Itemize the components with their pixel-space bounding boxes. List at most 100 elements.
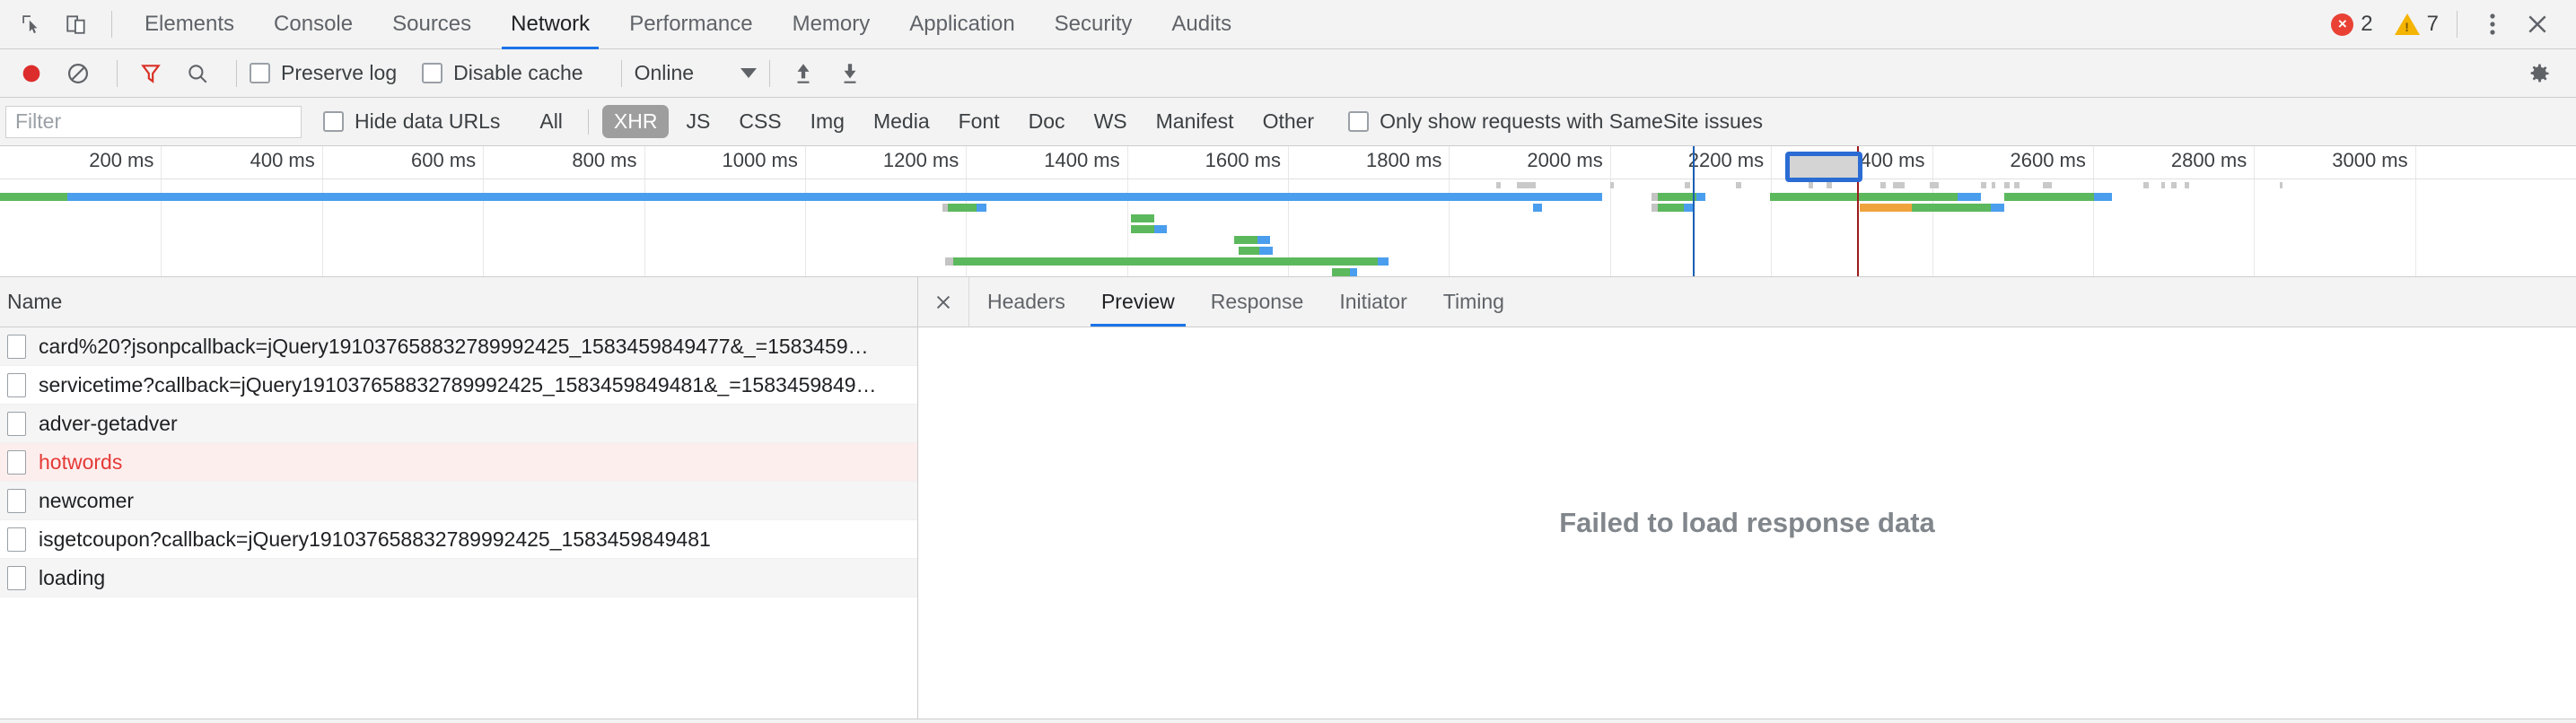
close-devtools-icon[interactable] bbox=[2517, 4, 2558, 45]
throttling-select[interactable]: Online bbox=[635, 61, 758, 85]
table-row[interactable]: loading bbox=[0, 559, 917, 597]
tab-memory[interactable]: Memory bbox=[773, 0, 890, 49]
tab-audits[interactable]: Audits bbox=[1152, 0, 1251, 49]
filter-type-manifest[interactable]: Manifest bbox=[1144, 105, 1246, 138]
filter-type-label: Font bbox=[958, 109, 1000, 133]
tab-console[interactable]: Console bbox=[254, 0, 372, 49]
overview-bar-segment bbox=[1257, 236, 1270, 244]
settings-gear-icon[interactable] bbox=[2519, 53, 2560, 94]
device-toolbar-icon[interactable] bbox=[56, 4, 97, 45]
filter-type-label: All bbox=[539, 109, 563, 133]
filter-type-media[interactable]: Media bbox=[862, 105, 942, 138]
overview-bar-segment bbox=[1651, 204, 1658, 212]
overview-event-tick bbox=[2014, 182, 2020, 188]
filter-toggle-icon[interactable] bbox=[130, 53, 171, 94]
document-icon bbox=[7, 527, 26, 552]
table-row[interactable]: newcomer bbox=[0, 482, 917, 520]
inspect-element-icon[interactable] bbox=[11, 4, 52, 45]
column-header-name: Name bbox=[7, 290, 63, 313]
samesite-issues-label: Only show requests with SameSite issues bbox=[1380, 109, 1764, 133]
hide-data-urls-checkbox[interactable]: Hide data URLs bbox=[323, 109, 507, 134]
dom-content-loaded-line bbox=[1692, 146, 1695, 276]
overview-bar-segment bbox=[1651, 193, 1658, 201]
tab-label: Console bbox=[274, 12, 354, 36]
tab-label: Audits bbox=[1171, 12, 1232, 36]
clear-button[interactable] bbox=[57, 53, 99, 94]
tab-sources[interactable]: Sources bbox=[372, 0, 491, 49]
overview-bar-segment bbox=[952, 257, 1379, 266]
tab-elements[interactable]: Elements bbox=[125, 0, 254, 49]
record-button[interactable] bbox=[11, 53, 52, 94]
network-filter-bar: Filter Hide data URLs All XHR JS CSS Img… bbox=[0, 98, 2576, 146]
warning-icon: ! bbox=[2394, 13, 2420, 35]
export-har-icon[interactable] bbox=[829, 53, 871, 94]
document-icon bbox=[7, 334, 26, 359]
request-list-header[interactable]: Name bbox=[0, 277, 917, 327]
filter-type-img[interactable]: Img bbox=[799, 105, 856, 138]
filter-type-other[interactable]: Other bbox=[1251, 105, 1327, 138]
detail-tab-preview[interactable]: Preview bbox=[1083, 277, 1193, 327]
toolbar-divider bbox=[111, 11, 112, 38]
overview-bar-segment bbox=[1331, 268, 1350, 276]
filter-type-label: CSS bbox=[739, 109, 782, 133]
overview-event-tick bbox=[2184, 182, 2190, 188]
tab-label: Elements bbox=[145, 12, 235, 36]
filter-type-label: Doc bbox=[1028, 109, 1065, 133]
detail-tab-headers[interactable]: Headers bbox=[969, 277, 1083, 327]
table-row[interactable]: card%20?jsonpcallback=jQuery191037658832… bbox=[0, 327, 917, 366]
tab-application[interactable]: Application bbox=[889, 0, 1034, 49]
document-icon bbox=[7, 411, 26, 436]
overview-bar-segment bbox=[1991, 204, 2004, 212]
tab-security[interactable]: Security bbox=[1035, 0, 1152, 49]
search-icon[interactable] bbox=[177, 53, 218, 94]
tab-performance[interactable]: Performance bbox=[609, 0, 772, 49]
filter-type-css[interactable]: CSS bbox=[727, 105, 793, 138]
filter-type-doc[interactable]: Doc bbox=[1017, 105, 1077, 138]
overview-bar-segment bbox=[976, 204, 987, 212]
detail-tab-initiator[interactable]: Initiator bbox=[1321, 277, 1424, 327]
warning-count: 7 bbox=[2426, 12, 2439, 36]
detail-tab-label: Timing bbox=[1442, 290, 1504, 313]
overview-bar bbox=[1233, 236, 1270, 244]
filter-type-label: WS bbox=[1093, 109, 1127, 133]
preserve-log-checkbox[interactable]: Preserve log bbox=[250, 61, 404, 85]
overview-selection-window[interactable] bbox=[1784, 152, 1862, 182]
tab-label: Performance bbox=[629, 12, 753, 36]
filter-type-all[interactable]: All bbox=[528, 105, 574, 138]
warning-badge[interactable]: ! 7 bbox=[2379, 12, 2439, 37]
overview-event-tick bbox=[1893, 182, 1906, 188]
overview-bar bbox=[0, 193, 1603, 201]
disable-cache-checkbox[interactable]: Disable cache bbox=[422, 61, 590, 85]
request-rows: card%20?jsonpcallback=jQuery191037658832… bbox=[0, 327, 917, 716]
control-right-group bbox=[2519, 53, 2565, 94]
network-overview-timeline[interactable]: 200 ms 400 ms 600 ms 800 ms 1000 ms 1200 ms 14… bbox=[0, 146, 2576, 277]
checkbox-box bbox=[250, 63, 270, 83]
overview-bar-segment bbox=[1130, 225, 1154, 233]
overview-request-bars bbox=[0, 180, 2576, 276]
more-options-icon[interactable] bbox=[2472, 4, 2513, 45]
overview-bar-segment bbox=[1911, 204, 1992, 212]
table-row[interactable]: servicetime?callback=jQuery1910376588327… bbox=[0, 366, 917, 405]
filter-type-xhr[interactable]: XHR bbox=[601, 105, 670, 138]
overview-event-tick bbox=[2160, 182, 2166, 188]
document-icon bbox=[7, 449, 26, 475]
tab-network[interactable]: Network bbox=[491, 0, 609, 49]
filter-type-js[interactable]: JS bbox=[674, 105, 722, 138]
detail-tab-response[interactable]: Response bbox=[1193, 277, 1322, 327]
table-row[interactable]: isgetcoupon?callback=jQuery1910376588327… bbox=[0, 520, 917, 559]
tab-label: Sources bbox=[392, 12, 472, 36]
overview-event-tick bbox=[1991, 182, 1995, 188]
table-row[interactable]: adver-getadver bbox=[0, 405, 917, 443]
close-detail-icon[interactable] bbox=[918, 277, 969, 327]
table-row[interactable]: hotwords bbox=[0, 443, 917, 482]
overview-bar-segment bbox=[1769, 193, 1958, 201]
overview-bar-segment bbox=[2094, 193, 2113, 201]
overview-bar bbox=[1860, 204, 1912, 212]
import-har-icon[interactable] bbox=[783, 53, 824, 94]
error-badge[interactable]: × 2 bbox=[2331, 12, 2373, 37]
filter-type-ws[interactable]: WS bbox=[1082, 105, 1139, 138]
filter-input[interactable]: Filter bbox=[5, 105, 302, 138]
filter-type-font[interactable]: Font bbox=[947, 105, 1012, 138]
samesite-issues-checkbox[interactable]: Only show requests with SameSite issues bbox=[1348, 109, 1770, 134]
detail-tab-timing[interactable]: Timing bbox=[1425, 277, 1522, 327]
